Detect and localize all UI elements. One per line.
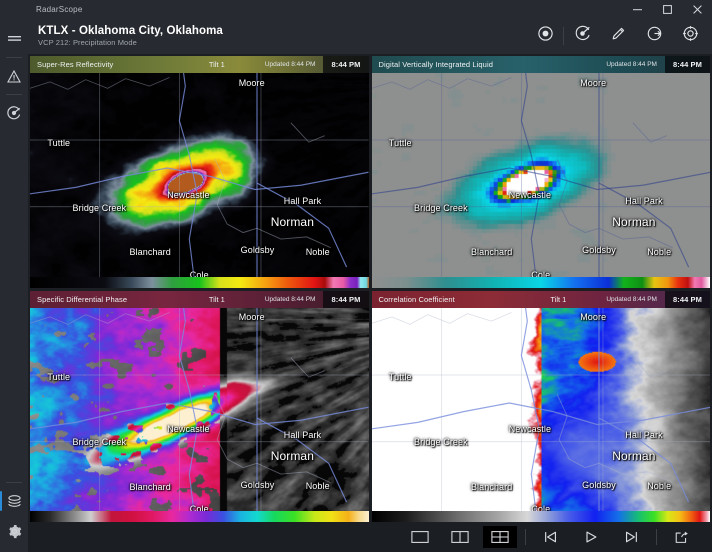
radar-sweep-icon	[7, 106, 21, 120]
pencil-icon	[610, 25, 627, 47]
warning-triangle-icon	[7, 70, 21, 83]
location-button[interactable]	[527, 21, 563, 51]
color-scale-bar	[372, 511, 711, 522]
radar-target-icon	[574, 25, 591, 47]
radar-image[interactable]: MooreTuttleNewcastleBridge CreekHall Par…	[372, 291, 711, 523]
panel-header: Super-Res Reflectivity Tilt 1 Updated 8:…	[30, 56, 369, 73]
radar-button[interactable]	[0, 98, 28, 128]
map-overlay	[30, 291, 369, 523]
scan-button[interactable]	[564, 21, 600, 51]
tilt-label[interactable]: Tilt 1	[209, 60, 265, 69]
location-dot-icon	[537, 25, 554, 47]
product-name: Digital Vertically Integrated Liquid	[372, 60, 551, 69]
gear-icon	[7, 524, 22, 539]
timestamp-badge: 8:44 PM	[323, 291, 368, 308]
main-area: RadarScope KTLX - Oklahoma City, Oklahom…	[28, 0, 712, 552]
product-name: Correlation Coefficient	[372, 295, 551, 304]
bottom-divider-1	[525, 529, 526, 545]
app-name: RadarScope	[36, 5, 82, 14]
layers-icon	[7, 495, 22, 508]
updated-label: Updated 8:44 PM	[606, 61, 665, 68]
map-overlay	[372, 291, 711, 523]
panel-header: Digital Vertically Integrated Liquid Upd…	[372, 56, 711, 73]
menu-button[interactable]	[0, 24, 28, 54]
layout-quad-button[interactable]	[483, 526, 517, 548]
alerts-button[interactable]	[0, 61, 28, 91]
panel-cc[interactable]: MooreTuttleNewcastleBridge CreekHall Par…	[372, 291, 711, 523]
layers-button[interactable]	[0, 486, 28, 516]
station-subtitle: VCP 212: Precipitation Mode	[38, 39, 527, 47]
step-forward-button[interactable]	[614, 526, 648, 548]
window-controls	[622, 0, 712, 18]
inspect-button[interactable]	[672, 21, 708, 51]
bottom-toolbar	[28, 522, 712, 552]
left-rail	[0, 0, 28, 552]
timestamp-badge: 8:44 PM	[665, 291, 710, 308]
radar-image[interactable]: MooreTuttleNewcastleBridge CreekHall Par…	[30, 56, 369, 288]
product-name: Specific Differential Phase	[30, 295, 209, 304]
color-scale-bar	[372, 277, 711, 288]
draw-button[interactable]	[600, 21, 636, 51]
rail-divider-3	[6, 482, 22, 483]
panel-kdp[interactable]: MooreTuttleNewcastleBridge CreekHall Par…	[30, 291, 369, 523]
radarscope-app: RadarScope KTLX - Oklahoma City, Oklahom…	[0, 0, 712, 552]
minimize-button[interactable]	[622, 0, 652, 18]
target-crosshair-icon	[682, 25, 699, 47]
station-info: KTLX - Oklahoma City, Oklahoma VCP 212: …	[38, 25, 527, 47]
station-title: KTLX - Oklahoma City, Oklahoma	[38, 25, 527, 38]
map-overlay	[30, 56, 369, 288]
tilt-label[interactable]: Tilt 1	[550, 295, 606, 304]
timer-button[interactable]	[636, 21, 672, 51]
updated-label: Updated 8:44 PM	[265, 296, 324, 303]
product-name: Super-Res Reflectivity	[30, 60, 209, 69]
hamburger-icon	[8, 34, 21, 44]
close-button[interactable]	[682, 0, 712, 18]
updated-label: Updated 8:44 PM	[265, 61, 324, 68]
play-button[interactable]	[574, 526, 608, 548]
layout-dual-button[interactable]	[443, 526, 477, 548]
timestamp-badge: 8:44 PM	[323, 56, 368, 73]
updated-label: Updated 8:44 PM	[606, 296, 665, 303]
radar-image[interactable]: MooreTuttleNewcastleBridge CreekHall Par…	[30, 291, 369, 523]
station-header: KTLX - Oklahoma City, Oklahoma VCP 212: …	[28, 18, 712, 54]
step-back-button[interactable]	[534, 526, 568, 548]
color-scale-bar	[30, 277, 369, 288]
timestamp-badge: 8:44 PM	[665, 56, 710, 73]
title-bar: RadarScope	[28, 0, 712, 18]
radar-image[interactable]: MooreTuttleNewcastleBridge CreekHall Par…	[372, 56, 711, 288]
header-toolbar	[527, 21, 708, 51]
map-overlay	[372, 56, 711, 288]
bottom-divider-2	[656, 529, 657, 545]
tilt-label[interactable]: Tilt 1	[209, 295, 265, 304]
layout-single-button[interactable]	[403, 526, 437, 548]
panel-header: Correlation Coefficient Tilt 1 Updated 8…	[372, 291, 711, 308]
panel-reflectivity[interactable]: MooreTuttleNewcastleBridge CreekHall Par…	[30, 56, 369, 288]
rail-divider	[6, 57, 22, 58]
rail-divider-2	[6, 94, 22, 95]
maximize-button[interactable]	[652, 0, 682, 18]
share-button[interactable]	[665, 526, 699, 548]
clock-arrow-icon	[646, 25, 663, 47]
panel-grid: MooreTuttleNewcastleBridge CreekHall Par…	[28, 54, 712, 522]
panel-header: Specific Differential Phase Tilt 1 Updat…	[30, 291, 369, 308]
panel-vil[interactable]: MooreTuttleNewcastleBridge CreekHall Par…	[372, 56, 711, 288]
settings-button[interactable]	[0, 516, 28, 546]
color-scale-bar	[30, 511, 369, 522]
